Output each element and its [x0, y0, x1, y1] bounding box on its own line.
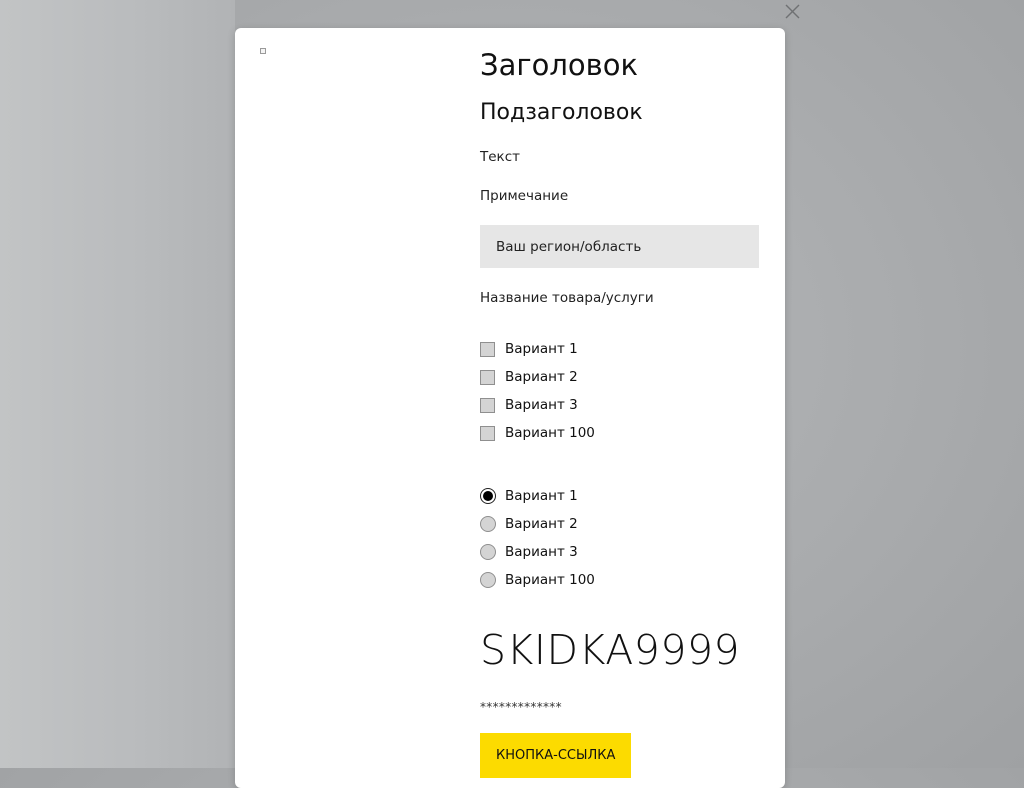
link-button[interactable]: КНОПКА-ССЫЛКА — [480, 733, 632, 778]
radio-icon[interactable] — [480, 572, 496, 588]
checkbox-option[interactable]: Вариант 2 — [480, 368, 578, 386]
popup-text: Текст — [480, 149, 520, 165]
radio-option[interactable]: Вариант 2 — [480, 515, 578, 533]
checkbox-option[interactable]: Вариант 100 — [480, 424, 595, 442]
radio-icon[interactable] — [480, 544, 496, 560]
checkbox-label: Вариант 100 — [505, 425, 595, 441]
radio-option[interactable]: Вариант 3 — [480, 543, 578, 561]
checkbox-label: Вариант 2 — [505, 369, 578, 385]
checkbox-icon[interactable] — [480, 341, 495, 357]
checkbox-icon[interactable] — [480, 369, 495, 385]
region-select-value: Ваш регион/область — [496, 238, 642, 255]
promo-code: SKIDKA9999 — [480, 626, 741, 674]
masked-text: ************* — [480, 700, 562, 714]
popup-modal: Заголовок Подзаголовок Текст Примечание … — [235, 28, 785, 788]
page-backdrop — [0, 0, 235, 768]
radio-icon[interactable] — [480, 516, 496, 532]
radio-label: Вариант 2 — [505, 516, 578, 532]
broken-image-icon — [260, 48, 266, 54]
popup-subtitle: Подзаголовок — [480, 100, 643, 125]
popup-note: Примечание — [480, 188, 569, 204]
checkbox-label: Вариант 3 — [505, 397, 578, 413]
radio-label: Вариант 1 — [505, 488, 578, 504]
checkbox-option[interactable]: Вариант 3 — [480, 396, 578, 414]
checkbox-label: Вариант 1 — [505, 341, 578, 357]
product-label: Название товара/услуги — [480, 290, 654, 306]
radio-label: Вариант 100 — [505, 572, 595, 588]
radio-option[interactable]: Вариант 1 — [480, 487, 578, 505]
radio-selected-icon[interactable] — [480, 488, 496, 504]
close-button[interactable] — [782, 2, 802, 22]
region-select[interactable]: Ваш регион/область — [480, 225, 759, 268]
radio-label: Вариант 3 — [505, 544, 578, 560]
checkbox-icon[interactable] — [480, 425, 495, 441]
popup-title: Заголовок — [480, 48, 638, 82]
checkbox-option[interactable]: Вариант 1 — [480, 340, 578, 358]
checkbox-icon[interactable] — [480, 397, 495, 413]
radio-option[interactable]: Вариант 100 — [480, 571, 595, 589]
close-icon — [785, 4, 800, 19]
